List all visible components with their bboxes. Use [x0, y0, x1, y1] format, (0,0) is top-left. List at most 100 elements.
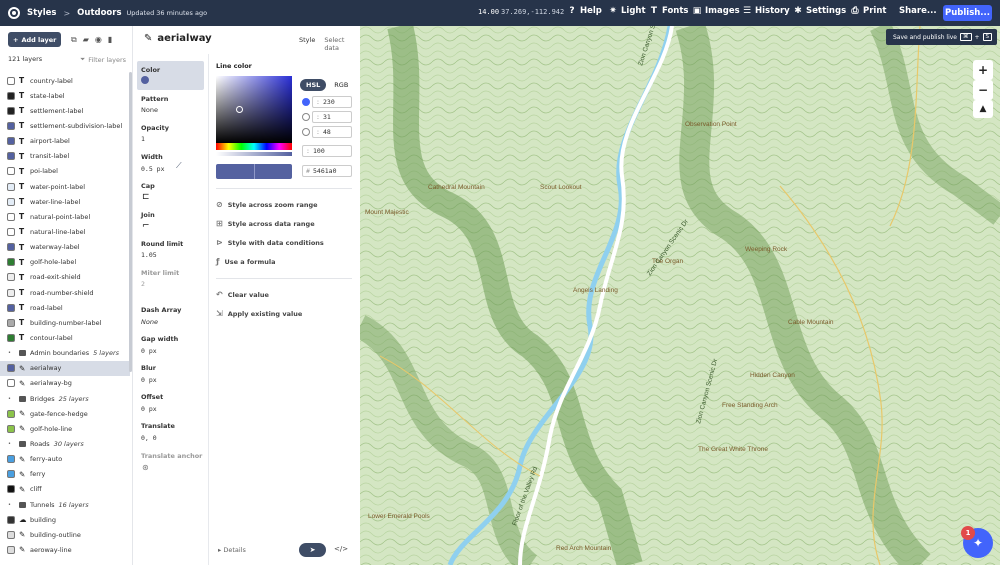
hide-icon[interactable]: ◉	[95, 35, 102, 45]
layer-row[interactable]: ✎ cliff	[0, 482, 130, 497]
property-cap[interactable]: Cap	[141, 182, 155, 190]
property-offset[interactable]: Offset	[141, 393, 163, 401]
radio-lightness[interactable]	[302, 128, 310, 136]
alpha-input[interactable]: :100	[302, 145, 352, 157]
add-layer-button[interactable]: + Add layer	[8, 32, 61, 47]
duplicate-icon[interactable]: ⧉	[71, 35, 77, 45]
property-dash-array[interactable]: Dash Array	[141, 306, 181, 314]
layer-row[interactable]: ✎ aerialway-bg	[0, 376, 130, 391]
logo-icon[interactable]	[8, 7, 20, 19]
layer-list-scrollbar[interactable]	[129, 72, 132, 372]
tab-select-data[interactable]: Select data	[324, 36, 360, 52]
saturation-lightness-picker[interactable]	[216, 76, 292, 143]
group-expand-icon[interactable]: •	[8, 350, 11, 356]
layer-row[interactable]: ✎ gate-fence-hedge	[0, 406, 130, 421]
help-button[interactable]: ? Help	[567, 6, 602, 16]
property-gap-width[interactable]: Gap width	[141, 335, 178, 343]
layer-row[interactable]: Tbuilding-number-label	[0, 315, 130, 330]
layer-row[interactable]: Tgolf-hole-label	[0, 255, 130, 270]
inspect-cursor-button[interactable]: ➤	[299, 543, 326, 557]
layer-row[interactable]: Tnatural-point-label	[0, 209, 130, 224]
layer-row[interactable]: Tnatural-line-label	[0, 224, 130, 239]
property-translate[interactable]: Translate	[141, 422, 175, 430]
option-data-conditions[interactable]: ⊳ Style with data conditions	[216, 238, 324, 247]
light-button[interactable]: ✷ Light	[608, 6, 645, 16]
settings-button[interactable]: ✱ Settings	[793, 6, 846, 16]
layer-row[interactable]: Twater-line-label	[0, 194, 130, 209]
layer-row[interactable]: ✎ aerialway	[0, 360, 130, 376]
layer-name[interactable]: aerialway	[157, 33, 211, 44]
layer-row[interactable]: ✎ aeroway-line	[0, 542, 130, 557]
hex-input[interactable]: #5461a0	[302, 165, 352, 177]
layer-row[interactable]: • Roads 30 layers	[0, 436, 130, 451]
layer-row[interactable]: Troad-number-shield	[0, 285, 130, 300]
folder-icon[interactable]: ▰	[83, 35, 89, 45]
hue-input[interactable]: :230	[312, 96, 352, 108]
property-pattern[interactable]: Pattern	[141, 95, 168, 103]
publish-button[interactable]: Publish...	[943, 5, 992, 21]
breadcrumb-styles[interactable]: Styles	[27, 8, 56, 18]
details-toggle[interactable]: ▸ Details	[218, 546, 246, 554]
tab-style[interactable]: Style	[299, 36, 315, 52]
layer-row[interactable]: Tairport-label	[0, 134, 130, 149]
layer-row[interactable]: Tpoi-label	[0, 164, 130, 179]
apply-existing-button[interactable]: ⇲ Apply existing value	[216, 309, 302, 318]
layer-row[interactable]: ✎ building-outline	[0, 527, 130, 542]
clear-value-button[interactable]: ↶ Clear value	[216, 290, 269, 299]
property-translate-anchor[interactable]: Translate anchor	[141, 452, 202, 460]
layer-row[interactable]: Tsettlement-label	[0, 103, 130, 118]
layer-row[interactable]: ✎ golf-hole-line	[0, 421, 130, 436]
layer-row[interactable]: Troad-exit-shield	[0, 270, 130, 285]
saturation-input[interactable]: :31	[312, 111, 352, 123]
property-blur[interactable]: Blur	[141, 364, 156, 372]
option-formula[interactable]: ƒ Use a formula	[216, 257, 275, 266]
layer-row[interactable]: Ttransit-label	[0, 149, 130, 164]
mode-hsl[interactable]: HSL	[300, 79, 327, 91]
layer-row[interactable]: • Admin boundaries 5 layers	[0, 346, 130, 361]
compass-icon[interactable]: ▲	[973, 100, 993, 118]
map-canvas[interactable]: Zion Canyon Scenic DrObservation PointCa…	[360, 26, 1000, 565]
filter-layers[interactable]: ⏷ Filter layers	[80, 55, 126, 64]
property-miter-limit[interactable]: Miter limit	[141, 269, 179, 277]
images-button[interactable]: ▣ Images	[692, 6, 740, 16]
group-expand-icon[interactable]: •	[8, 441, 11, 447]
layer-row[interactable]: Tcontour-label	[0, 330, 130, 345]
radio-hue[interactable]	[302, 98, 310, 106]
property-join[interactable]: Join	[141, 211, 155, 219]
layer-row[interactable]: Tsettlement-subdivision-label	[0, 118, 130, 133]
layer-row[interactable]: Tcountry-label	[0, 73, 130, 88]
group-expand-icon[interactable]: •	[8, 502, 11, 508]
history-button[interactable]: ☰ History	[742, 6, 790, 16]
property-round-limit[interactable]: Round limit	[141, 240, 183, 248]
hue-slider[interactable]	[216, 143, 292, 150]
code-view-button[interactable]: </>	[334, 545, 348, 553]
layer-row[interactable]: Twaterway-label	[0, 240, 130, 255]
layer-row[interactable]: Twater-point-label	[0, 179, 130, 194]
layer-row[interactable]: • Bridges 25 layers	[0, 391, 130, 406]
alpha-slider[interactable]	[216, 152, 292, 156]
layer-row[interactable]: Tstate-label	[0, 88, 130, 103]
zoom-out-button[interactable]: −	[973, 80, 993, 100]
property-opacity[interactable]: Opacity	[141, 124, 169, 132]
picker-handle[interactable]	[236, 106, 243, 113]
layer-name: waterway-label	[30, 243, 80, 252]
share-button[interactable]: Share...	[899, 6, 937, 16]
mode-rgb[interactable]: RGB	[334, 79, 348, 91]
print-button[interactable]: ⎙ Print	[850, 6, 886, 16]
property-width[interactable]: Width	[141, 153, 163, 161]
fonts-button[interactable]: T Fonts	[649, 6, 689, 16]
option-zoom-range[interactable]: ⊘ Style across zoom range	[216, 200, 318, 209]
breadcrumb-style-name[interactable]: Outdoors	[77, 8, 121, 18]
layer-row[interactable]: ✎ ferry	[0, 467, 130, 482]
option-data-range[interactable]: ⊞ Style across data range	[216, 219, 315, 228]
trash-icon[interactable]: ▮	[108, 35, 112, 45]
group-expand-icon[interactable]: •	[8, 396, 11, 402]
lightness-input[interactable]: :48	[312, 126, 352, 138]
zoom-in-button[interactable]: +	[973, 60, 993, 80]
layer-row[interactable]: ☁ building	[0, 512, 130, 527]
layer-row[interactable]: ✎ ferry-auto	[0, 452, 130, 467]
layer-row[interactable]: Troad-label	[0, 300, 130, 315]
layer-row[interactable]: • Tunnels 16 layers	[0, 497, 130, 512]
radio-saturation[interactable]	[302, 113, 310, 121]
property-color[interactable]: Color	[141, 66, 160, 74]
